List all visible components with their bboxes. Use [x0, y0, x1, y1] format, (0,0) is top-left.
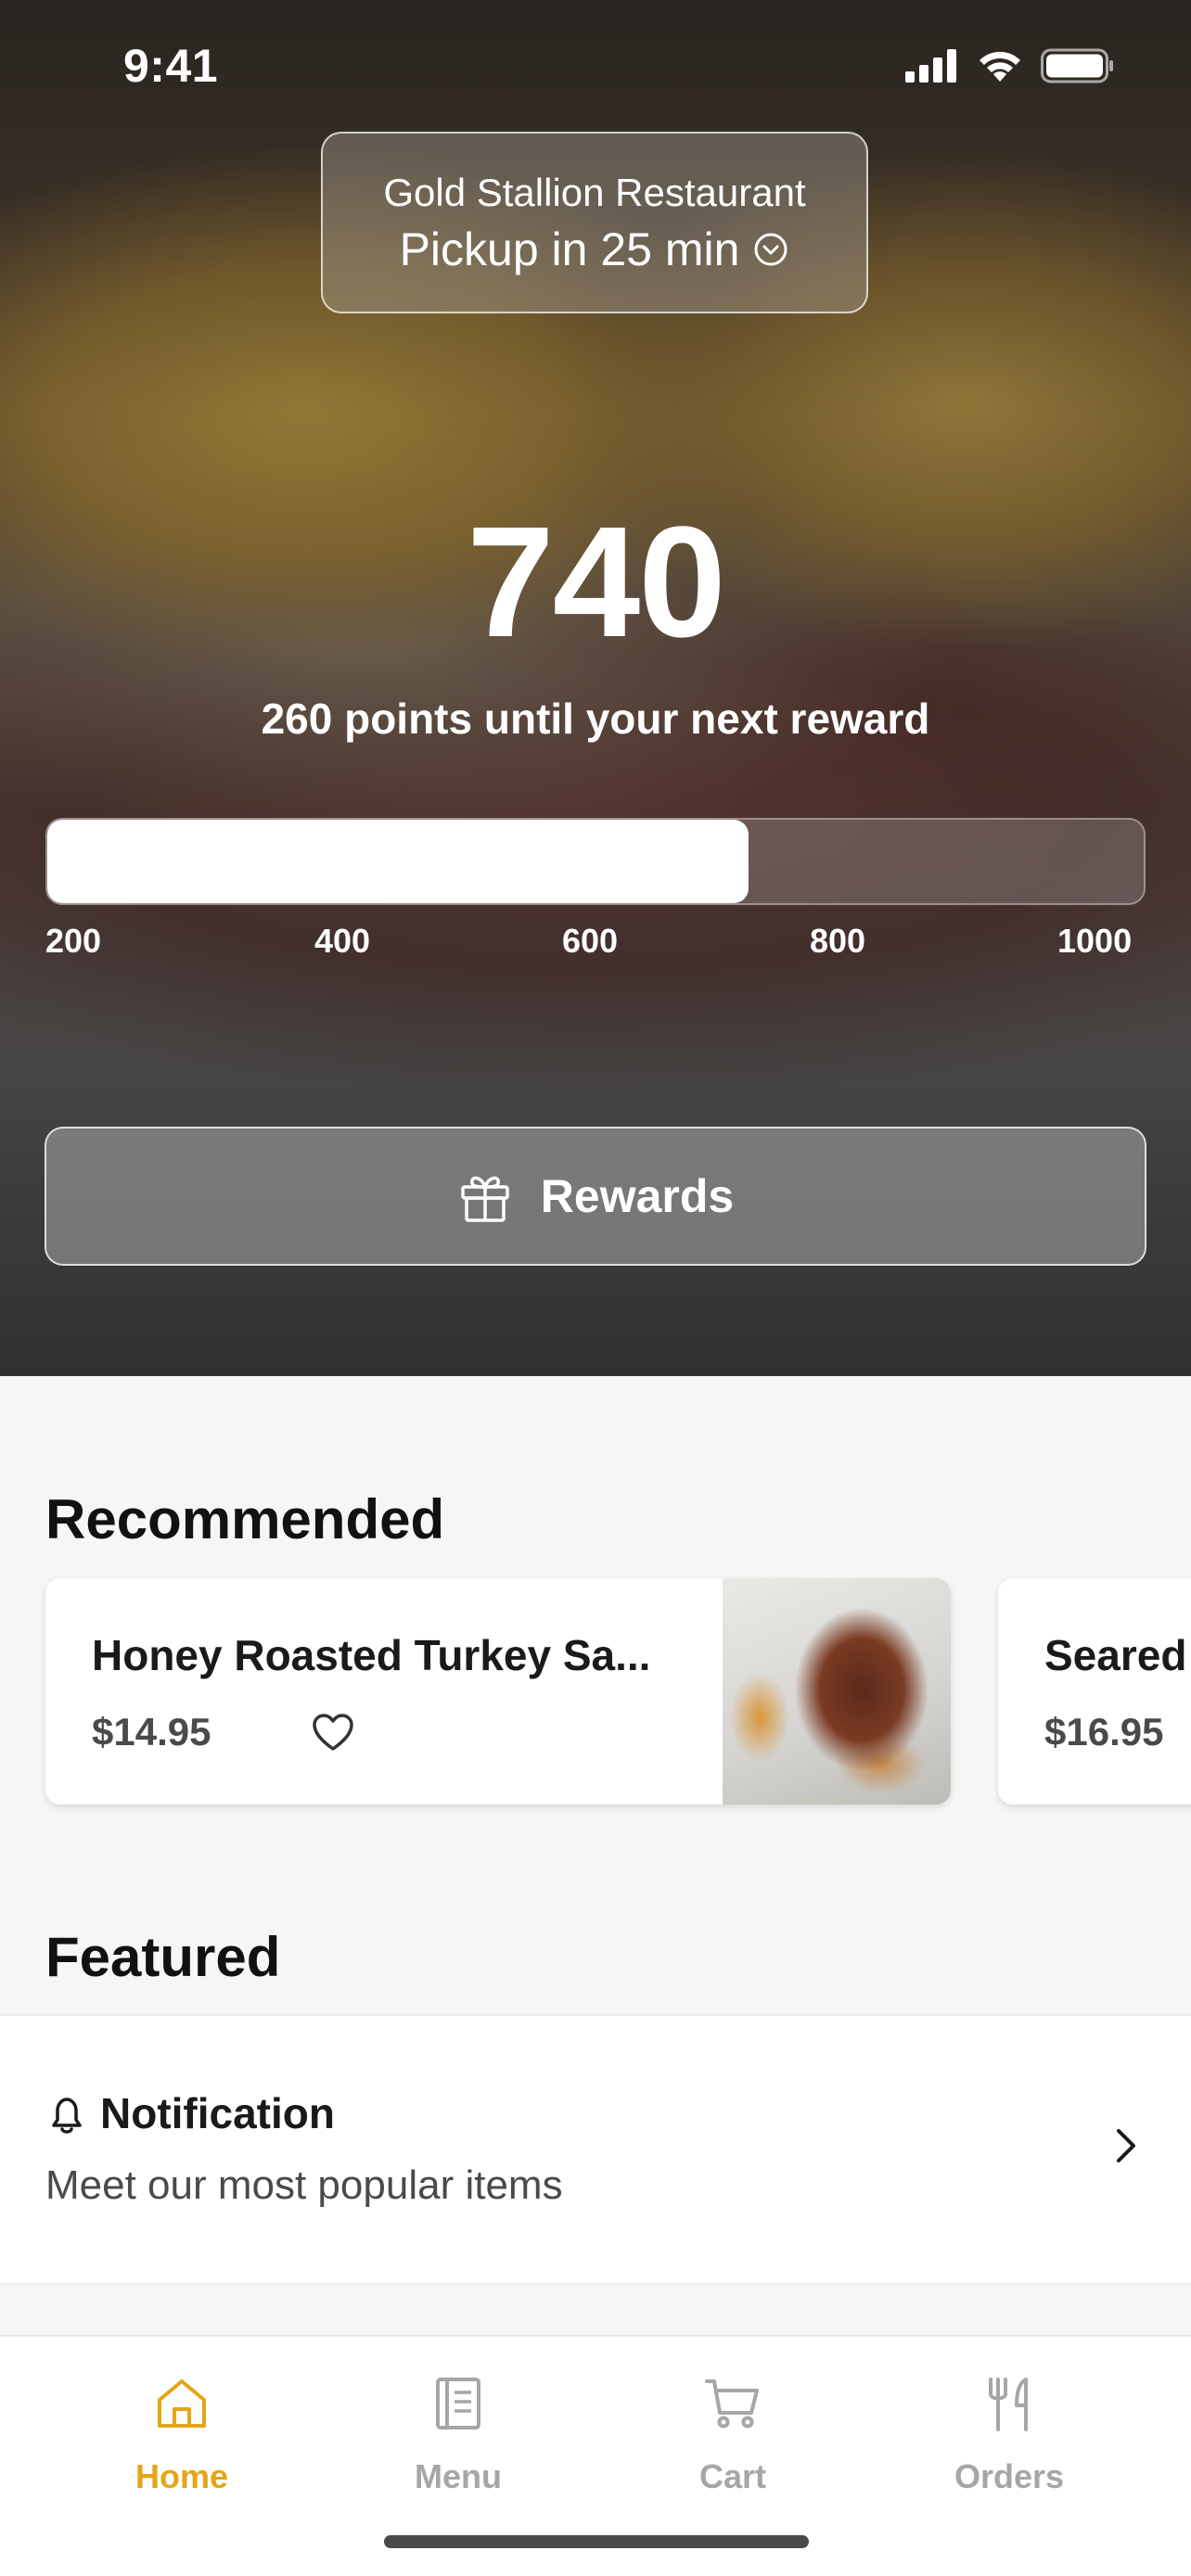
tab-label: Cart	[698, 2457, 767, 2495]
pickup-time-row: Pickup in 25 min	[323, 223, 866, 276]
recommended-title: Recommended	[45, 1488, 445, 1550]
recommended-card[interactable]: Honey Roasted Turkey Sa... $14.95	[45, 1578, 951, 1804]
recommended-card[interactable]: Seared $16.95	[998, 1578, 1191, 1804]
featured-title: Featured	[45, 1926, 281, 1988]
recommended-item-price: $16.95	[1044, 1710, 1164, 1753]
tab-orders[interactable]: Orders	[916, 2365, 1102, 2504]
status-icons	[905, 48, 1115, 83]
store-name: Gold Stallion Restaurant	[383, 171, 806, 214]
chevron-down-circle-icon	[754, 233, 788, 266]
recommended-item-name: Honey Roasted Turkey Sa...	[92, 1631, 651, 1679]
home-indicator	[384, 2535, 809, 2548]
tab-label: Orders	[954, 2457, 1065, 2495]
store-selector[interactable]: Gold Stallion Restaurant Pickup in 25 mi…	[321, 132, 868, 313]
bell-icon	[52, 2098, 82, 2134]
tab-label: Menu	[415, 2457, 502, 2495]
hero-banner: 9:41 Gold Stallion Restaurant Pickup in …	[0, 0, 1191, 1376]
home-icon	[158, 2379, 206, 2428]
recommended-item-image	[723, 1578, 951, 1804]
heart-icon[interactable]	[311, 1712, 355, 1753]
points-balance: 740	[467, 494, 726, 670]
battery-icon	[1041, 48, 1113, 83]
tab-label: Home	[134, 2457, 229, 2495]
status-time: 9:41	[123, 40, 219, 92]
recommended-item-name: Seared	[1044, 1631, 1187, 1679]
progress-tick-labels: 200 400 600 800 1000	[45, 922, 1146, 968]
menu-book-icon	[436, 2378, 480, 2429]
tick-label: 800	[810, 922, 866, 960]
recommended-item-price: $14.95	[92, 1710, 211, 1753]
rewards-button[interactable]: Rewards	[45, 1127, 1146, 1266]
fork-knife-icon	[989, 2378, 1028, 2431]
points-until-reward: 260 points until your next reward	[261, 695, 930, 743]
cellular-signal-icon	[905, 49, 956, 83]
tab-home[interactable]: Home	[89, 2365, 275, 2504]
rewards-progress-bar	[45, 818, 1146, 905]
tab-cart[interactable]: Cart	[640, 2365, 826, 2504]
tab-menu[interactable]: Menu	[365, 2365, 551, 2504]
status-bar: 9:41	[0, 0, 1191, 130]
notification-subtitle: Meet our most popular items	[45, 2162, 563, 2208]
cart-icon	[705, 2379, 759, 2429]
pickup-time: Pickup in 25 min	[399, 223, 740, 275]
tick-label: 600	[562, 922, 619, 960]
notification-title: Notification	[100, 2089, 335, 2137]
chevron-right-icon	[1117, 2129, 1135, 2162]
wifi-icon	[980, 51, 1020, 82]
gift-icon	[461, 1176, 509, 1222]
tick-label: 400	[314, 922, 371, 960]
tick-label: 200	[45, 922, 102, 960]
notification-row[interactable]: Notification Meet our most popular items	[0, 2014, 1191, 2285]
rewards-button-label: Rewards	[540, 1170, 735, 1222]
rewards-progress-fill	[47, 820, 749, 903]
tick-label: 1000	[1057, 922, 1133, 960]
